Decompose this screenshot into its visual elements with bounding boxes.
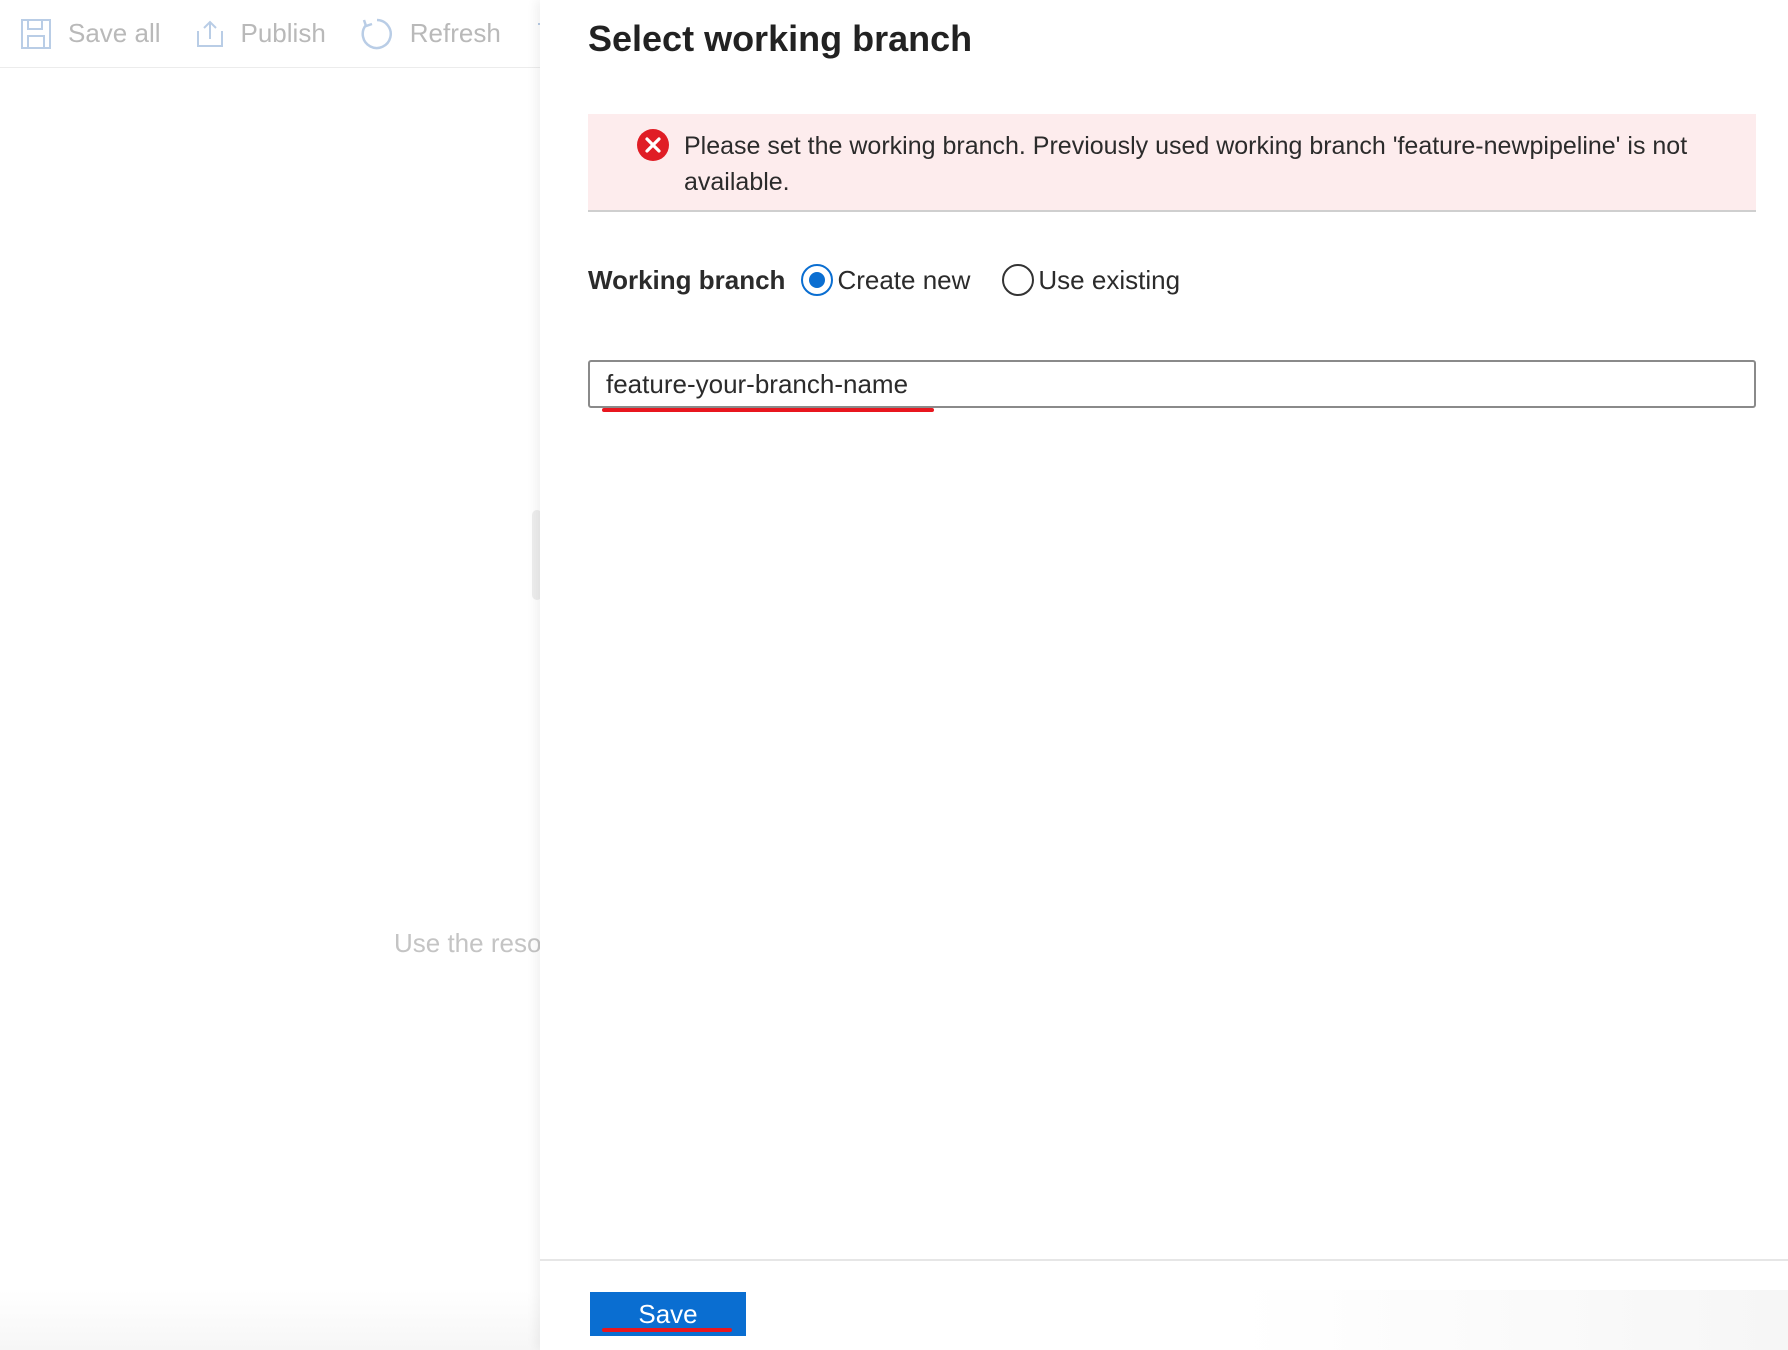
error-circle-x-icon: [637, 129, 669, 161]
radio-create-new-circle[interactable]: [801, 264, 834, 296]
panel-bottom-fade: [1240, 1290, 1788, 1350]
refresh-label: Refresh: [409, 18, 501, 48]
radio-use-existing[interactable]: Use existing: [1002, 264, 1180, 296]
error-banner: Please set the working branch. Previousl…: [588, 114, 1756, 212]
save-icon: [21, 18, 51, 49]
app-root: Save all Publish Refresh Use the reso Se…: [0, 0, 1788, 1350]
background-bottom-fade: [0, 1290, 540, 1350]
radio-create-new-label: Create new: [837, 264, 971, 295]
radio-use-existing-label: Use existing: [1038, 264, 1181, 295]
radio-create-new[interactable]: Create new: [801, 264, 970, 296]
publish-label: Publish: [240, 18, 326, 48]
publish-icon: [196, 20, 223, 47]
save-all-button[interactable]: Save all: [20, 18, 161, 50]
refresh-button[interactable]: Refresh: [360, 17, 501, 51]
select-working-branch-panel: Select working branch Please set the wor…: [540, 0, 1788, 1350]
radio-use-existing-circle[interactable]: [1002, 264, 1035, 296]
working-branch-label: Working branch: [588, 264, 786, 295]
save-all-label: Save all: [68, 18, 161, 48]
annotation-underline-save: [602, 1328, 732, 1332]
annotation-underline-input: [602, 408, 934, 412]
working-branch-row: Working branch Create new Use existing: [588, 262, 1212, 298]
branch-name-input[interactable]: [588, 360, 1756, 408]
footer-divider: [540, 1259, 1788, 1261]
background-app: Save all Publish Refresh Use the reso: [0, 0, 562, 1350]
panel-title: Select working branch: [588, 18, 973, 59]
background-hint-text: Use the reso: [394, 928, 542, 958]
toolbar: Save all Publish Refresh: [0, 0, 562, 68]
publish-button[interactable]: Publish: [195, 18, 326, 49]
refresh-icon: [361, 18, 392, 49]
error-message: Please set the working branch. Previousl…: [684, 132, 1688, 196]
